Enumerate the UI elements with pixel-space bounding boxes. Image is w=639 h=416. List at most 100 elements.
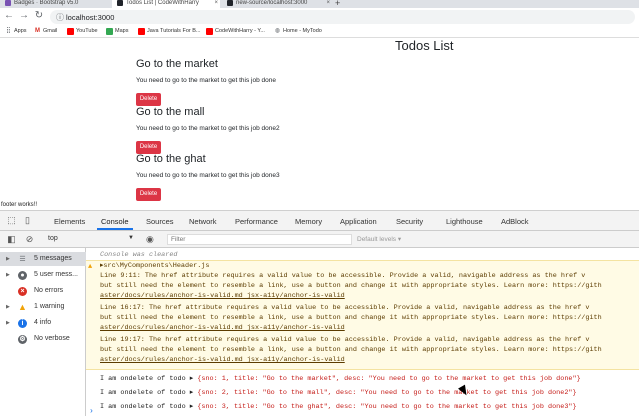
console-cleared-message: Console was cleared xyxy=(100,251,178,259)
devtools-tab-sources[interactable]: Sources xyxy=(146,217,174,226)
todo-title: Go to the mall xyxy=(136,106,205,118)
forward-arrow-icon[interactable]: → xyxy=(18,10,30,22)
devtools-tab-performance[interactable]: Performance xyxy=(235,217,278,226)
page-viewport: Todos List Go to the market You need to … xyxy=(0,38,639,210)
devtools-tab-console[interactable]: Console xyxy=(97,217,133,230)
page-title: Todos List xyxy=(395,38,454,53)
console-log-line[interactable]: I am ondelete of todo ▸ {sno: 3, title: … xyxy=(86,402,639,412)
bootstrap-icon xyxy=(5,0,11,6)
devtools-tab-bar: ⬚ ▯ Elements Console Sources Network Per… xyxy=(0,211,639,231)
log-object[interactable]: {sno: 2, title: "Go to the mall", desc: … xyxy=(197,389,576,397)
sidebar-item-warnings[interactable]: ▶ ▲ 1 warning xyxy=(0,300,86,314)
browser-tab-todos[interactable]: Todos List | CodeWithHarry × xyxy=(112,0,220,8)
context-selector[interactable]: top xyxy=(48,235,58,242)
warning-doc-link[interactable]: aster/docs/rules/anchor-is-valid.md jsx-… xyxy=(86,324,345,334)
user-icon: ● xyxy=(18,271,27,280)
youtube-icon xyxy=(67,28,74,35)
devtools-panel: ⬚ ▯ Elements Console Sources Network Per… xyxy=(0,210,639,416)
bookmark-youtube[interactable]: YouTube xyxy=(67,28,98,35)
reload-icon[interactable]: ↻ xyxy=(33,10,45,22)
tab-label: new-source/localhost:3000 xyxy=(236,0,308,6)
back-arrow-icon[interactable]: ← xyxy=(3,10,15,22)
todo-desc: You need to go to the market to get this… xyxy=(136,172,280,179)
bookmarks-bar: ⣿ Apps M Gmail YouTube Maps Java Tutorials… xyxy=(0,26,639,38)
bookmark-gmail[interactable]: M Gmail xyxy=(34,28,57,35)
delete-button[interactable]: Delete xyxy=(136,93,161,106)
console-toolbar: ◧ ⊘ top ▼ ◉ Default levels ▾ xyxy=(0,231,639,248)
close-icon[interactable]: × xyxy=(214,0,218,6)
bookmark-codewithharry[interactable]: CodeWithHarry - Y... xyxy=(206,28,265,35)
delete-button[interactable]: Delete xyxy=(136,188,161,201)
maps-icon xyxy=(106,28,113,35)
react-icon xyxy=(117,0,123,6)
chevron-right-icon: ▶ xyxy=(6,256,10,262)
log-object[interactable]: {sno: 1, title: "Go to the market", desc… xyxy=(197,375,580,383)
browser-tab-badges[interactable]: Badges · Bootstrap v5.0 xyxy=(0,0,110,8)
warning-line: but still need the element to resemble a… xyxy=(100,282,602,290)
devtools-tab-lighthouse[interactable]: Lighthouse xyxy=(446,217,483,226)
sidebar-toggle-icon[interactable]: ◧ xyxy=(6,234,17,245)
log-object[interactable]: {sno: 3, title: "Go to the ghat", desc: … xyxy=(197,403,576,411)
sidebar-item-verbose[interactable]: ⚙ No verbose xyxy=(0,332,86,346)
chevron-down-icon[interactable]: ▼ xyxy=(128,235,134,241)
console-filter-input[interactable] xyxy=(167,234,352,245)
bookmark-java-tutorials[interactable]: Java Tutorials For B... xyxy=(138,28,201,35)
inspect-element-icon[interactable]: ⬚ xyxy=(6,215,17,226)
tab-label: Badges · Bootstrap v5.0 xyxy=(14,0,79,6)
new-tab-plus-icon[interactable]: + xyxy=(335,0,340,8)
gmail-icon: M xyxy=(35,28,40,34)
address-bar[interactable]: ⓘ localhost:3000 xyxy=(50,10,635,24)
sidebar-item-errors[interactable]: × No errors xyxy=(0,284,86,298)
sidebar-item-label: 5 user mess... xyxy=(34,271,78,278)
todo-desc: You need to go to the market to get this… xyxy=(136,125,280,132)
eye-icon[interactable]: ◉ xyxy=(146,234,154,245)
clear-console-icon[interactable]: ⊘ xyxy=(24,234,35,245)
globe-icon: ◍ xyxy=(274,28,281,34)
sidebar-item-messages[interactable]: ▶ ☰ 5 messages xyxy=(0,252,86,266)
warning-file-path[interactable]: ▸src\MyComponents\Header.js xyxy=(86,262,209,272)
browser-tab-strip: Badges · Bootstrap v5.0 Todos List | Cod… xyxy=(0,0,639,8)
console-log-line[interactable]: I am ondelete of todo ▸ {sno: 2, title: … xyxy=(86,388,639,398)
devtools-tab-adblock[interactable]: AdBlock xyxy=(501,217,529,226)
log-levels-dropdown[interactable]: Default levels ▾ xyxy=(357,235,401,243)
console-warning-block[interactable]: ▲ ▸src\MyComponents\Header.js Line 9:11:… xyxy=(86,260,639,370)
devtools-tab-application[interactable]: Application xyxy=(340,217,377,226)
apps-grid-icon: ⣿ xyxy=(6,28,11,34)
close-icon[interactable]: × xyxy=(326,0,330,6)
console-sidebar: ▶ ☰ 5 messages ▶ ● 5 user mess... × No e… xyxy=(0,248,86,416)
sidebar-item-info[interactable]: ▶ i 4 info xyxy=(0,316,86,330)
sidebar-item-label: No verbose xyxy=(34,335,70,342)
sidebar-item-label: No errors xyxy=(34,287,64,294)
info-icon: i xyxy=(18,319,27,328)
react-icon xyxy=(227,0,233,6)
bookmark-mytodo[interactable]: ◍ Home - MyTodo xyxy=(274,28,322,35)
console-log-line[interactable]: I am ondelete of todo ▸ {sno: 1, title: … xyxy=(86,374,639,384)
sidebar-item-label: 5 messages xyxy=(34,255,72,262)
sidebar-item-user-messages[interactable]: ▶ ● 5 user mess... xyxy=(0,268,86,282)
chevron-right-icon: ▶ xyxy=(6,320,10,326)
devtools-tab-security[interactable]: Security xyxy=(396,217,423,226)
bookmark-apps[interactable]: ⣿ Apps xyxy=(5,28,26,35)
devtools-tab-memory[interactable]: Memory xyxy=(295,217,322,226)
info-circle-icon[interactable]: ⓘ xyxy=(56,12,64,23)
device-toolbar-icon[interactable]: ▯ xyxy=(22,215,33,226)
todo-desc: You need to go to the market to get this… xyxy=(136,77,276,84)
warning-line: but still need the element to resemble a… xyxy=(100,346,602,354)
todo-title: Go to the market xyxy=(136,58,218,70)
todo-item: Go to the market You need to go to the m… xyxy=(136,58,496,106)
browser-tab-newsource[interactable]: new-source/localhost:3000 × xyxy=(222,0,332,8)
log-prefix: I am ondelete of todo ▸ xyxy=(100,389,194,397)
log-prefix: I am ondelete of todo ▸ xyxy=(100,403,194,411)
address-bar-url[interactable]: localhost:3000 xyxy=(66,13,114,22)
warning-doc-link[interactable]: aster/docs/rules/anchor-is-valid.md jsx-… xyxy=(86,292,345,302)
console-output: Console was cleared ▲ ▸src\MyComponents\… xyxy=(86,248,639,416)
devtools-tab-elements[interactable]: Elements xyxy=(54,217,85,226)
warning-icon: ▲ xyxy=(18,302,27,312)
youtube-icon xyxy=(138,28,145,35)
list-icon: ☰ xyxy=(19,256,26,263)
bookmark-maps[interactable]: Maps xyxy=(106,28,128,35)
console-prompt[interactable]: › xyxy=(89,407,94,416)
sidebar-item-label: 1 warning xyxy=(34,303,65,310)
warning-doc-link[interactable]: aster/docs/rules/anchor-is-valid.md jsx-… xyxy=(86,356,345,366)
devtools-tab-network[interactable]: Network xyxy=(189,217,217,226)
